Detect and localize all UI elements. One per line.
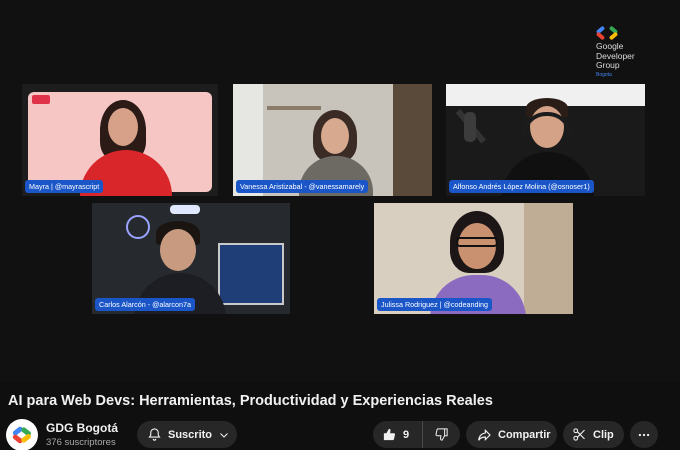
participant-face (108, 108, 138, 146)
subscriber-count: 376 suscriptores (46, 437, 116, 448)
chevron-down-icon (218, 429, 230, 441)
bell-icon (147, 427, 162, 442)
like-dislike-group: 9 (373, 421, 460, 448)
glasses (456, 237, 498, 247)
video-player[interactable]: Google Developer Group Bogota Mayra | @m… (0, 0, 680, 382)
like-count: 9 (403, 428, 410, 441)
door-frame (524, 203, 573, 314)
participant-tile-carlos: Carlos Alarcón - @alarcon7a (92, 203, 290, 314)
dislike-button[interactable] (423, 421, 460, 448)
gdg-logo-line-3: Group (596, 60, 620, 70)
like-button[interactable]: 9 (373, 421, 423, 448)
thumbs-down-icon (434, 427, 449, 442)
clip-label: Clip (593, 428, 614, 441)
more-horizontal-icon (637, 428, 651, 442)
participant-face (321, 118, 349, 154)
participant-tile-julissa: Julissa Rodriguez | @codeanding (374, 203, 573, 314)
subscribe-label: Suscrito (168, 428, 213, 441)
share-button[interactable]: Compartir (466, 421, 557, 448)
bookshelf (393, 84, 432, 196)
microphone (464, 112, 476, 142)
participant-tile-mayra: Mayra | @mayrascript (22, 84, 218, 196)
scissors-icon (572, 427, 587, 442)
subscribe-button[interactable]: Suscrito (137, 421, 237, 448)
wall-shelf (267, 106, 321, 110)
video-title: AI para Web Devs: Herramientas, Producti… (8, 393, 493, 409)
shelf-lights (218, 243, 284, 305)
gdg-logo-mark (595, 25, 620, 41)
participant-name-tag: Vanessa Aristizabal - @vanessamarely (236, 180, 369, 193)
clip-button[interactable]: Clip (563, 421, 624, 448)
share-label: Compartir (498, 428, 551, 441)
brand-logo (32, 95, 50, 104)
participant-name-tag: Carlos Alarcón - @alarcon7a (95, 298, 195, 311)
participant-name-tag: Alfonso Andrés López Molina (@osnoser1) (449, 180, 594, 193)
gdg-logo: Google Developer Group Bogota (595, 25, 656, 78)
gdg-avatar-icon (12, 426, 31, 444)
channel-name[interactable]: GDG Bogotá (46, 421, 118, 435)
channel-avatar[interactable] (6, 419, 38, 450)
share-icon (476, 427, 492, 443)
participant-name-tag: Mayra | @mayrascript (25, 180, 104, 193)
participant-tile-vanessa: Vanessa Aristizabal - @vanessamarely (233, 84, 432, 196)
gdg-logo-sub: Bogota (596, 71, 612, 78)
label-sign (170, 205, 200, 214)
participant-face (160, 229, 196, 271)
neon-light (126, 215, 150, 239)
thumbs-up-icon (382, 427, 397, 442)
participant-tile-alfonso: Alfonso Andrés López Molina (@osnoser1) (446, 84, 645, 196)
participant-name-tag: Julissa Rodriguez | @codeanding (377, 298, 493, 311)
more-actions-button[interactable] (630, 421, 658, 448)
